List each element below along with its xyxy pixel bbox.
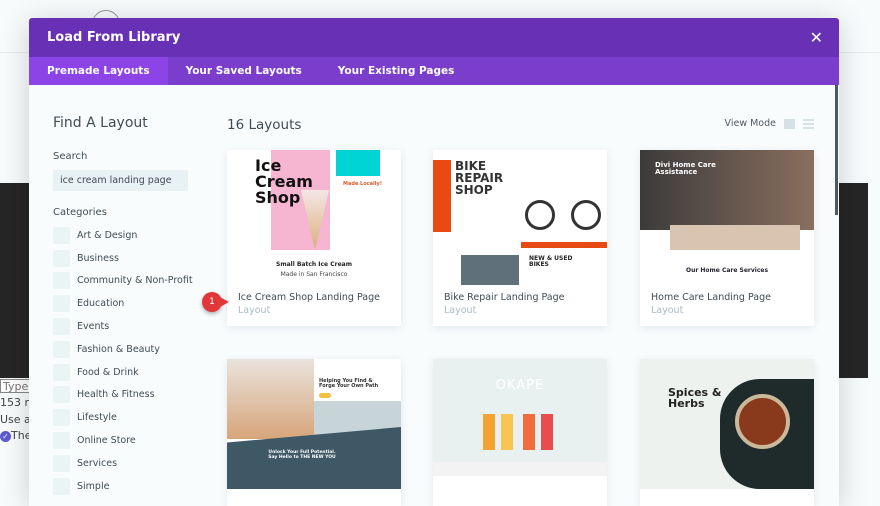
category-checkbox[interactable]: [53, 249, 70, 267]
category-checkbox[interactable]: [53, 363, 70, 381]
layout-card[interactable]: Ice Cream Shop Made Locally! Small Batch…: [227, 150, 401, 326]
thumb-title: Spices & Herbs: [668, 386, 722, 410]
category-label: Lifestyle: [77, 412, 117, 424]
category-label: Events: [77, 321, 110, 333]
layout-name: Ice Cream Shop Landing Page: [238, 292, 380, 303]
tab-premade-layouts[interactable]: Premade Layouts: [29, 57, 168, 85]
category-checkbox[interactable]: [53, 226, 70, 244]
thumb-tag: Made Locally!: [343, 181, 382, 187]
category-label: Health & Fitness: [77, 389, 155, 401]
view-mode-label: View Mode: [724, 118, 776, 129]
category-community-non-profit[interactable]: Community & Non-Profit: [53, 270, 193, 293]
category-checkbox[interactable]: [53, 386, 70, 404]
layout-thumbnail: OKAPE: [433, 359, 607, 462]
layout-thumbnail: Spices & Herbs: [640, 359, 814, 489]
thumb-sub: NEW & USED BIKES: [529, 255, 573, 268]
sidebar-heading: Find A Layout: [53, 115, 148, 131]
layout-card[interactable]: OKAPE: [433, 359, 607, 506]
categories-label: Categories: [53, 207, 107, 218]
check-icon: ✓: [0, 430, 11, 442]
layout-thumbnail: Ice Cream Shop Made Locally! Small Batch…: [227, 150, 401, 285]
category-label: Simple: [77, 480, 110, 492]
category-checkbox[interactable]: [53, 454, 70, 472]
layout-thumbnail: BIKE REPAIR SHOP NEW & USED BIKES: [433, 150, 607, 285]
search-label: Search: [53, 151, 88, 162]
close-icon[interactable]: ✕: [810, 18, 823, 57]
category-art-design[interactable]: Art & Design: [53, 224, 193, 247]
thumb-title: Helping You Find & Forge Your Own Path: [319, 378, 379, 389]
category-events[interactable]: Events: [53, 315, 193, 338]
category-online-store[interactable]: Online Store: [53, 429, 193, 452]
step-badge: 1: [202, 292, 229, 312]
grid-view-icon[interactable]: [784, 118, 795, 129]
category-business[interactable]: Business: [53, 247, 193, 270]
category-label: Fashion & Beauty: [77, 343, 160, 355]
background-section: [838, 183, 868, 378]
category-education[interactable]: Education: [53, 292, 193, 315]
background-section: [0, 183, 30, 378]
category-label: Business: [77, 252, 119, 264]
layout-card[interactable]: Helping You Find & Forge Your Own Path U…: [227, 359, 401, 506]
filter-sidebar: Find A Layout Search ice cream landing p…: [53, 115, 193, 498]
category-checkbox[interactable]: [53, 318, 70, 336]
category-label: Art & Design: [77, 229, 138, 241]
layout-card[interactable]: Divi Home Care Assistance Our Home Care …: [640, 150, 814, 326]
thumb-title: OKAPE: [495, 378, 545, 393]
category-checkbox[interactable]: [53, 409, 70, 427]
layout-card[interactable]: BIKE REPAIR SHOP NEW & USED BIKES Bike R…: [433, 150, 607, 326]
layout-thumbnail: Helping You Find & Forge Your Own Path U…: [227, 359, 401, 489]
category-label: Online Store: [77, 435, 136, 447]
thumb-sub: Small Batch Ice Cream: [276, 261, 352, 268]
modal-tabs: Premade Layouts Your Saved Layouts Your …: [29, 57, 839, 85]
category-label: Community & Non-Profit: [77, 275, 193, 287]
thumb-sub: Made in San Francisco: [280, 271, 348, 278]
category-checkbox[interactable]: [53, 340, 70, 358]
thumb-sub: Unlock Your Full Potential. Say Hello to…: [268, 450, 336, 460]
category-checkbox[interactable]: [53, 432, 70, 450]
search-input[interactable]: ice cream landing page: [53, 170, 188, 191]
thumb-title: BIKE REPAIR SHOP: [455, 159, 504, 197]
layout-card[interactable]: Spices & Herbs: [640, 359, 814, 506]
thumb-title: Divi Home Care Assistance: [655, 161, 716, 176]
tab-existing-pages[interactable]: Your Existing Pages: [320, 57, 473, 85]
layout-type: Layout: [444, 305, 477, 316]
category-label: Education: [77, 298, 125, 310]
category-label: Services: [77, 457, 118, 469]
category-checkbox[interactable]: [53, 272, 70, 290]
view-mode: View Mode: [725, 118, 814, 129]
category-simple[interactable]: Simple: [53, 475, 193, 498]
list-view-icon[interactable]: [803, 118, 814, 129]
layout-thumbnail: Divi Home Care Assistance Our Home Care …: [640, 150, 814, 285]
category-health-fitness[interactable]: Health & Fitness: [53, 384, 193, 407]
layout-type: Layout: [238, 305, 271, 316]
category-checkbox[interactable]: [53, 295, 70, 313]
layouts-count: 16 Layouts: [227, 117, 302, 133]
background-input[interactable]: Type a: [0, 379, 30, 393]
tab-saved-layouts[interactable]: Your Saved Layouts: [168, 57, 320, 85]
modal-header: Load From Library ✕: [29, 18, 839, 57]
thumb-sub: Our Home Care Services: [685, 267, 769, 274]
scrollbar[interactable]: [835, 85, 838, 215]
category-label: Food & Drink: [77, 366, 139, 378]
modal-title: Load From Library: [47, 30, 181, 45]
layout-name: Home Care Landing Page: [651, 292, 771, 303]
background-note: ✓ The: [0, 429, 31, 442]
category-checkbox[interactable]: [53, 477, 70, 495]
category-lifestyle[interactable]: Lifestyle: [53, 406, 193, 429]
category-food-drink[interactable]: Food & Drink: [53, 361, 193, 384]
category-fashion-beauty[interactable]: Fashion & Beauty: [53, 338, 193, 361]
category-services[interactable]: Services: [53, 452, 193, 475]
layout-type: Layout: [651, 305, 684, 316]
layout-name: Bike Repair Landing Page: [444, 292, 565, 303]
bicycle-image: [525, 190, 605, 230]
